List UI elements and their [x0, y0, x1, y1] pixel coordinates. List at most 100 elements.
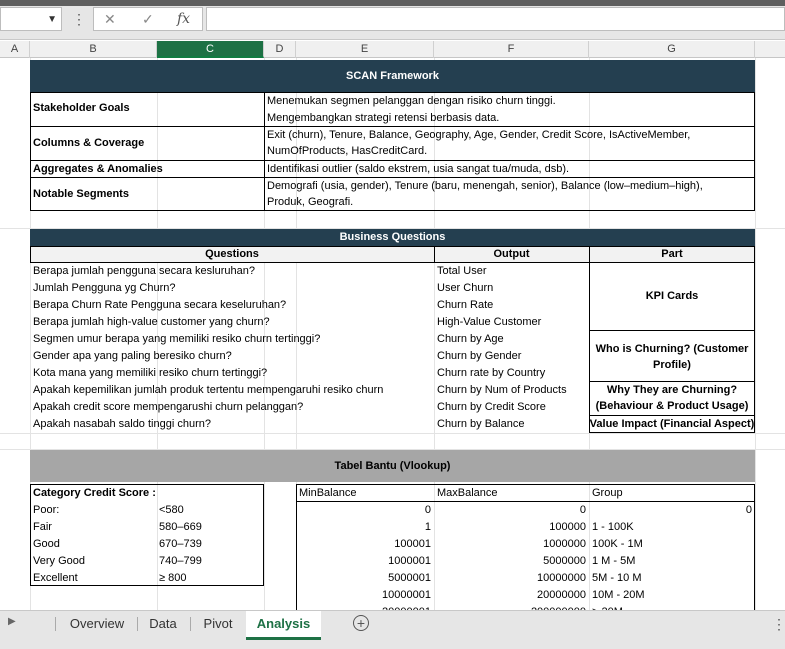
- column-header-f[interactable]: F: [434, 41, 589, 58]
- header-questions: Questions: [205, 248, 259, 260]
- scan-text: Mengembangkan strategi retensi berbasis …: [267, 112, 500, 124]
- question-cell: Kota mana yang memiliki resiko churn ter…: [33, 367, 268, 379]
- credit-category: Poor:: [33, 504, 60, 516]
- question-cell: Apakah kepemilikan jumlah produk tertent…: [33, 384, 384, 396]
- output-cell: Churn by Age: [437, 333, 504, 345]
- column-header-d[interactable]: D: [264, 41, 296, 58]
- enter-check-icon[interactable]: ✓: [142, 11, 154, 28]
- credit-category: Good: [33, 538, 60, 550]
- scan-text: NumOfProducts, HasCreditCard.: [267, 145, 428, 157]
- balance-max: 100000: [549, 521, 586, 533]
- output-cell: Churn by Num of Products: [437, 384, 567, 396]
- scan-text: Demografi (usia, gender), Tenure (baru, …: [267, 180, 703, 192]
- credit-header: Category Credit Score :: [33, 487, 156, 499]
- helper-title: Tabel Bantu (Vlookup): [30, 450, 755, 482]
- output-cell: High-Value Customer: [437, 316, 542, 328]
- credit-score-table: [30, 484, 264, 586]
- business-title: Business Questions: [30, 229, 755, 246]
- question-cell: Apakah nasabah saldo tinggi churn?: [33, 418, 211, 430]
- header-output: Output: [493, 248, 530, 260]
- scan-label-aggregates: Aggregates & Anomalies: [33, 163, 163, 175]
- balance-group: 10M - 20M: [592, 589, 645, 601]
- credit-category: Fair: [33, 521, 52, 533]
- question-cell: Gender apa yang paling beresiko churn?: [33, 350, 232, 362]
- balance-min: 10000001: [382, 589, 431, 601]
- question-cell: Apakah credit score mempengarushi churn …: [33, 401, 304, 413]
- more-options-icon[interactable]: ⋮: [772, 616, 785, 633]
- part-why-churning: Why They are Churning? (Behaviour & Prod…: [595, 384, 749, 412]
- scan-text: Produk, Geografi.: [267, 196, 354, 208]
- balance-min: 5000001: [388, 572, 431, 584]
- scan-label-segments: Notable Segments: [33, 188, 129, 200]
- scan-text: Menemukan segmen pelanggan dengan risiko…: [267, 95, 556, 107]
- balance-row: 0 0 0: [296, 502, 755, 519]
- balance-group: 100K - 1M: [592, 538, 643, 550]
- column-header-a[interactable]: A: [0, 41, 30, 58]
- balance-min: 100001: [394, 538, 431, 550]
- balance-group: 1 M - 5M: [592, 555, 636, 567]
- question-cell: Berapa jumlah pengguna secara kesluruhan…: [33, 265, 255, 277]
- part-value-impact: Value Impact (Financial Aspect): [589, 418, 755, 430]
- question-cell: Segmen umur berapa yang memiliki resiko …: [33, 333, 321, 345]
- output-cell: User Churn: [437, 282, 494, 294]
- balance-row: 10000001 20000000 10M - 20M: [296, 587, 755, 604]
- tab-overview[interactable]: Overview: [60, 611, 134, 637]
- question-cell: Berapa jumlah high-value customer yang c…: [33, 316, 270, 328]
- part-kpi-cards: KPI Cards: [645, 290, 699, 302]
- formula-buttons: ✕ ✓ fx: [93, 7, 203, 31]
- balance-group: 5M - 10 M: [592, 572, 642, 584]
- balance-min: 1: [424, 521, 431, 533]
- output-cell: Churn by Credit Score: [437, 401, 546, 413]
- column-header-g[interactable]: G: [589, 41, 755, 58]
- tab-pivot[interactable]: Pivot: [193, 611, 243, 637]
- output-cell: Churn by Gender: [437, 350, 522, 362]
- output-cell: Churn rate by Country: [437, 367, 546, 379]
- window-top-strip: [0, 0, 785, 6]
- balance-group: 0: [745, 504, 752, 516]
- balance-min: 1000001: [388, 555, 431, 567]
- column-header-c[interactable]: C: [157, 41, 264, 58]
- balance-max: 0: [579, 504, 586, 516]
- cancel-x-icon[interactable]: ✕: [104, 11, 116, 28]
- balance-max: 1000000: [543, 538, 586, 550]
- credit-category: Excellent: [33, 572, 78, 584]
- credit-range: 740–799: [159, 555, 202, 567]
- scan-label-columns: Columns & Coverage: [33, 137, 145, 149]
- balance-row: 100001 1000000 100K - 1M: [296, 536, 755, 553]
- balance-group: 1 - 100K: [592, 521, 634, 533]
- tab-data[interactable]: Data: [140, 611, 186, 637]
- column-header-b[interactable]: B: [30, 41, 157, 58]
- question-cell: Jumlah Pengguna yg Churn?: [33, 282, 176, 294]
- balance-max: 20000000: [537, 589, 586, 601]
- sheet-tab-bar: ▶ Overview Data Pivot Analysis + ⋮: [0, 610, 785, 649]
- credit-range: 580–669: [159, 521, 202, 533]
- balance-header-group: Group: [592, 487, 623, 499]
- credit-range: 670–739: [159, 538, 202, 550]
- balance-row: 1000001 5000000 1 M - 5M: [296, 553, 755, 570]
- column-headers: A B C D E F G: [0, 41, 785, 58]
- balance-row: 5000001 10000000 5M - 10 M: [296, 570, 755, 587]
- balance-header-min: MinBalance: [299, 487, 357, 499]
- more-options-icon[interactable]: ⋮: [72, 8, 86, 30]
- balance-min: 0: [424, 504, 431, 516]
- balance-row: 1 100000 1 - 100K: [296, 519, 755, 536]
- scroll-tabs-right-icon[interactable]: ▶: [8, 616, 16, 627]
- output-cell: Churn by Balance: [437, 418, 525, 430]
- scan-text: Identifikasi outlier (saldo ekstrem, usi…: [267, 163, 570, 175]
- scan-label-stakeholder: Stakeholder Goals: [33, 102, 130, 114]
- tab-analysis[interactable]: Analysis: [246, 611, 321, 640]
- question-cell: Berapa Churn Rate Pengguna secara keselu…: [33, 299, 287, 311]
- header-part: Part: [661, 248, 683, 260]
- scan-text: Exit (churn), Tenure, Balance, Geography…: [267, 129, 691, 141]
- output-cell: Total User: [437, 265, 487, 277]
- chevron-down-icon[interactable]: ▼: [47, 14, 57, 25]
- insert-function-fx-icon[interactable]: fx: [177, 11, 190, 27]
- scan-title: SCAN Framework: [30, 60, 755, 92]
- column-header-e[interactable]: E: [296, 41, 434, 58]
- credit-range: ≥ 800: [159, 572, 187, 584]
- formula-input[interactable]: [206, 7, 785, 31]
- add-sheet-icon[interactable]: +: [353, 615, 369, 631]
- balance-max: 10000000: [537, 572, 586, 584]
- balance-header-max: MaxBalance: [437, 487, 498, 499]
- name-box[interactable]: ▼: [0, 7, 62, 31]
